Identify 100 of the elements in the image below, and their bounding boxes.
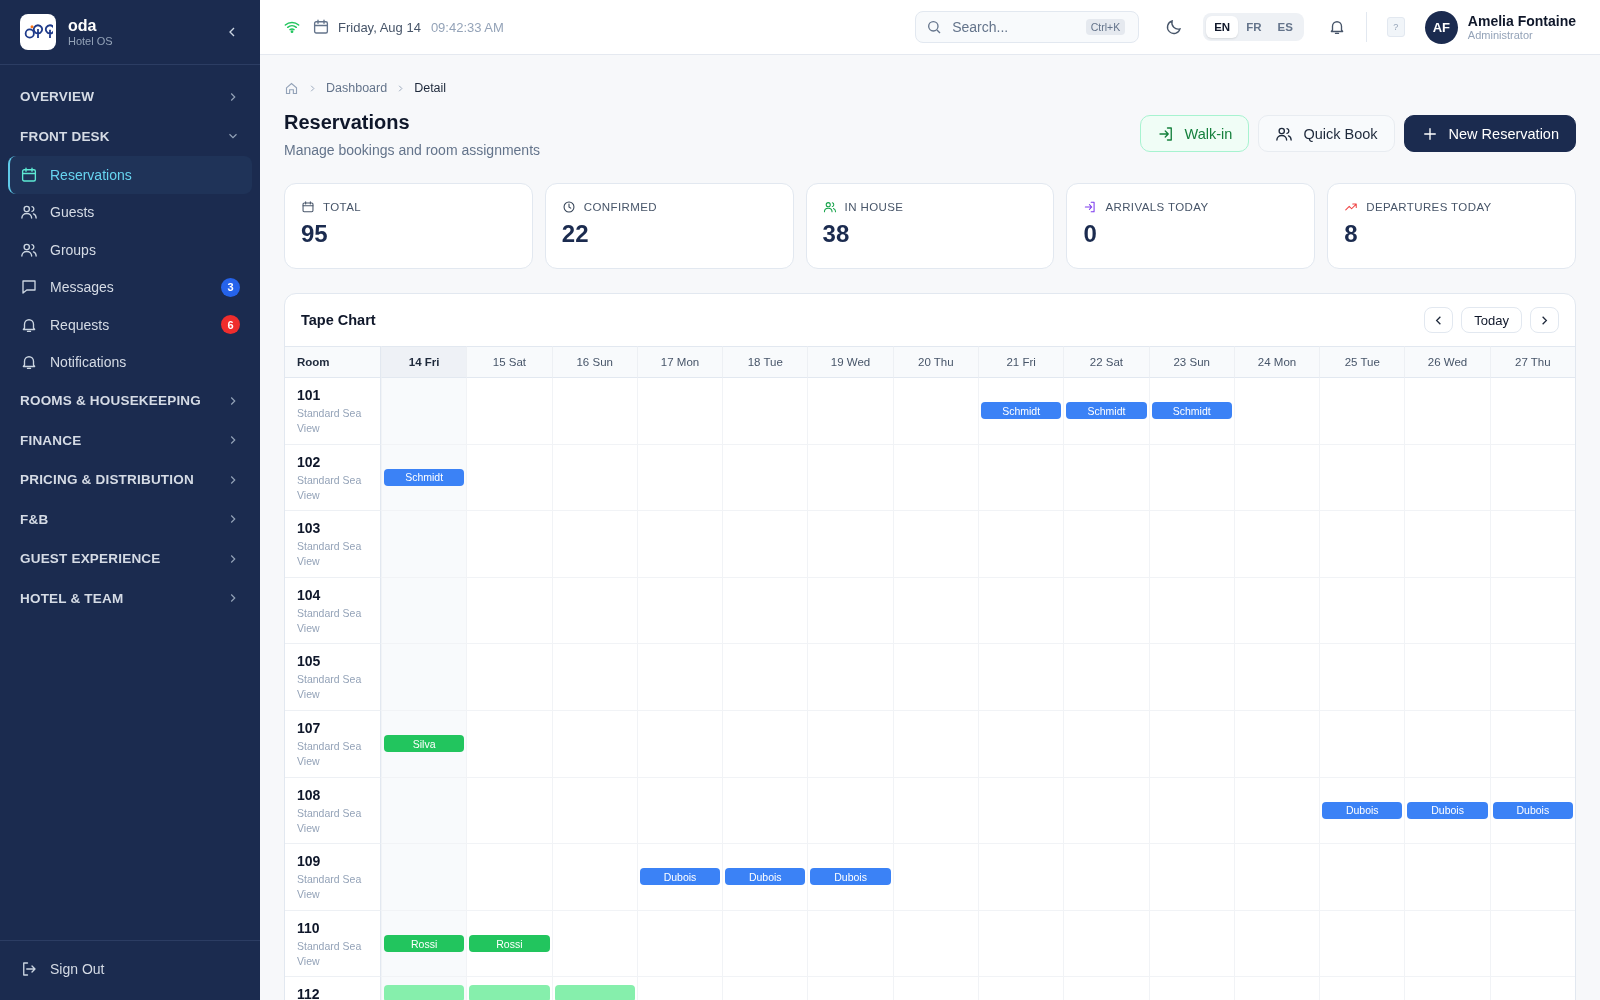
room-number: 104 [297,586,322,603]
moon-icon[interactable] [1165,18,1184,36]
chart-cell[interactable]: Schmidt [1063,378,1149,445]
booking-bar[interactable] [554,985,635,1000]
sign-out-link[interactable]: Sign Out [8,950,252,988]
nav-item[interactable]: Groups [8,231,252,269]
chart-cell[interactable]: Schmidt [381,444,467,512]
chart-cell[interactable] [381,577,467,645]
nav-section[interactable]: OVERVIEW [8,77,252,117]
room-type: Standard Sea View [297,539,363,570]
chart-cell[interactable] [1489,577,1575,645]
column-header: 26 Wed [1404,346,1490,378]
language-tab[interactable]: ES [1269,16,1301,38]
chart-cell[interactable] [381,844,467,911]
brand-subtitle: Hotel OS [68,35,114,47]
booking-bar[interactable] [384,985,465,1000]
action-button[interactable]: Walk-in [1139,115,1250,152]
chart-cell[interactable] [551,910,637,978]
chart-cell[interactable] [466,378,552,445]
booking-bar[interactable]: Rossi [469,935,550,953]
booking-bar[interactable]: Dubois [1492,801,1573,819]
chart-cell[interactable] [1489,644,1575,711]
nav-item[interactable]: Reservations [8,156,252,194]
next-button[interactable] [1530,307,1559,333]
chart-cell[interactable] [1489,378,1575,445]
booking-bar[interactable]: Dubois [1322,801,1403,819]
booking-bar[interactable]: Dubois [639,868,721,886]
chart-cell[interactable] [1489,444,1575,512]
home-icon[interactable] [284,80,299,96]
booking-bar[interactable]: Dubois [810,868,891,886]
nav-item[interactable]: Requests 6 [8,306,252,344]
chart-cell[interactable] [807,378,893,445]
booking-bar[interactable]: Schmidt [981,402,1062,420]
chart-cell[interactable] [1319,378,1405,445]
language-tab[interactable]: EN [1206,16,1239,38]
column-header: 19 Wed [807,346,893,378]
booking-bar[interactable]: Rossi [384,935,465,953]
chart-cell[interactable] [1489,844,1575,911]
chart-cell[interactable] [381,378,467,445]
nav-section[interactable]: HOTEL & TEAM [8,578,252,618]
room-number: 101 [297,387,322,403]
trend-icon [1344,200,1359,214]
chart-cell[interactable]: Schmidt [978,378,1064,445]
chart-cell[interactable]: Dubois [1489,777,1575,845]
breadcrumb-link[interactable]: Detail [414,81,447,95]
chart-cell[interactable] [722,378,808,445]
column-header: 15 Sat [466,346,552,378]
wifi-icon [284,19,300,35]
chart-cell[interactable]: Rossi [466,910,552,978]
chart-cell[interactable] [381,777,467,845]
chart-cell[interactable]: Dubois [1404,777,1490,845]
breadcrumb-link[interactable]: Dashboard [326,81,388,95]
nav-section[interactable]: FRONT DESK [8,116,252,156]
chart-cell[interactable] [381,644,467,711]
nav-item[interactable]: Guests [8,193,252,231]
chart-cell[interactable] [1489,710,1575,778]
booking-bar[interactable] [469,985,550,1000]
chart-cell[interactable] [892,844,978,911]
booking-bar[interactable]: Dubois [725,868,806,886]
today-button[interactable]: Today [1461,307,1522,333]
nav-section[interactable]: ROOMS & HOUSEKEEPING [8,381,252,421]
column-header: 27 Thu [1489,346,1575,378]
booking-bar[interactable]: Dubois [1407,801,1488,819]
room-type: Standard Sea View [297,406,363,436]
booking-bar[interactable]: Silva [384,735,465,753]
chart-cell[interactable] [551,378,637,445]
language-tab[interactable]: FR [1238,16,1270,38]
user-avatar[interactable]: AF [1424,10,1458,44]
action-button[interactable]: Quick Book [1258,115,1395,152]
help-button[interactable]: ? [1386,17,1405,37]
room-type: Standard Sea View [297,738,363,769]
chart-cell[interactable]: Dubois [807,844,893,911]
chart-cell[interactable]: Rossi [381,910,467,978]
chart-cell[interactable] [381,511,467,578]
chart-cell[interactable] [636,378,723,445]
nav-section[interactable]: F&B [8,499,252,539]
chart-cell[interactable] [1489,511,1575,578]
chart-cell[interactable] [1233,378,1320,445]
stat-label: IN HOUSE [844,201,904,213]
nav-section[interactable]: PRICING & DISTRIBUTION [8,460,252,500]
logo-icon [20,14,56,50]
nav-section[interactable]: GUEST EXPERIENCE [8,539,252,579]
booking-bar[interactable]: Schmidt [384,468,465,486]
chart-cell[interactable] [1404,378,1490,445]
chart-cell[interactable]: Dubois [636,844,723,911]
previous-button[interactable] [1424,307,1454,333]
booking-bar[interactable]: Schmidt [1151,402,1232,420]
nav-item[interactable]: Notifications [8,343,252,381]
chart-cell[interactable]: Silva [381,710,467,778]
nav-item[interactable]: Messages 3 [8,268,252,306]
action-button[interactable]: New Reservation [1403,115,1576,152]
chart-cell[interactable] [892,378,978,445]
chart-cell[interactable]: Schmidt [1148,378,1234,445]
arrival-icon [1083,200,1098,214]
chart-cell[interactable]: Dubois [1319,777,1405,845]
nav-section[interactable]: FINANCE [8,420,252,460]
chart-cell[interactable]: Dubois [722,844,808,911]
booking-bar[interactable]: Schmidt [1066,402,1147,420]
chart-cell[interactable] [1489,910,1575,978]
current-time: 09:42:33 AM [430,19,504,35]
